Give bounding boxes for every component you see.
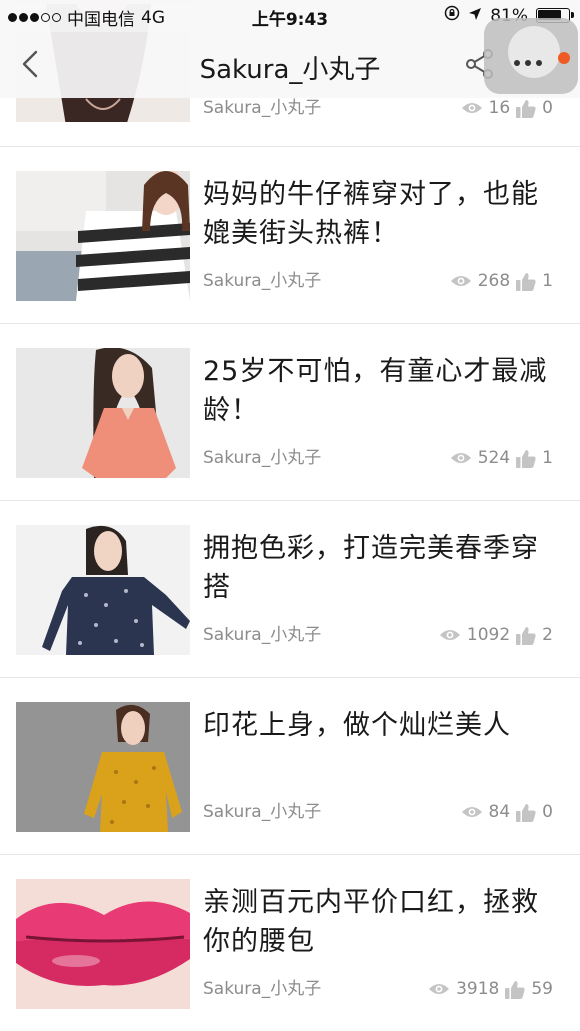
author-name[interactable]: Sakura_小丸子 [203,800,321,824]
author-name[interactable]: Sakura_小丸子 [203,977,321,1001]
article-thumbnail [16,525,190,655]
article-feed: Sakura_小丸子 16 0 妈妈的牛仔裤穿对了，也能媲美街头热裤！ Saku… [0,0,580,1031]
article-thumbnail [16,171,190,301]
like-count: 0 [542,98,553,118]
article-meta: Sakura_小丸子 524 1 [203,446,553,470]
author-name[interactable]: Sakura_小丸子 [203,446,321,470]
thumbs-up-icon[interactable] [516,626,536,645]
like-count: 2 [542,625,553,645]
author-name[interactable]: Sakura_小丸子 [203,96,321,120]
thumbs-up-icon[interactable] [516,272,536,291]
article-meta: Sakura_小丸子 268 1 [203,269,553,293]
list-item[interactable]: 印花上身，做个灿烂美人 Sakura_小丸子 84 0 [0,678,580,855]
more-options-button[interactable] [484,18,578,94]
eye-icon [428,982,450,996]
list-item[interactable]: 25岁不可怕，有童心才最减龄！ Sakura_小丸子 524 1 [0,324,580,501]
eye-icon [450,274,472,288]
author-name[interactable]: Sakura_小丸子 [203,623,321,647]
article-stats: 268 1 [450,269,553,293]
eye-icon [450,451,472,465]
article-stats: 84 0 [461,800,553,824]
list-item[interactable]: 拥抱色彩，打造完美春季穿搭 Sakura_小丸子 1092 2 [0,501,580,678]
more-icon [514,60,542,66]
view-count: 268 [477,271,511,291]
article-thumbnail [16,879,190,1009]
like-count: 0 [542,802,553,822]
list-item[interactable]: 亲测百元内平价口红，拯救你的腰包 Sakura_小丸子 3918 59 [0,855,580,1031]
eye-icon [461,101,483,115]
like-count: 1 [542,448,553,468]
article-title[interactable]: 亲测百元内平价口红，拯救你的腰包 [203,883,565,961]
eye-icon [461,805,483,819]
article-stats: 3918 59 [428,977,553,1001]
view-count: 84 [488,802,511,822]
article-title[interactable]: 拥抱色彩，打造完美春季穿搭 [203,529,565,607]
like-count: 59 [531,979,553,999]
view-count: 1092 [466,625,511,645]
thumbs-up-icon[interactable] [516,99,536,118]
screen: Sakura_小丸子 16 0 妈妈的牛仔裤穿对了，也能媲美街头热裤！ Saku… [0,0,580,1031]
article-meta: Sakura_小丸子 3918 59 [203,977,553,1001]
article-stats: 524 1 [450,446,553,470]
view-count: 524 [477,448,511,468]
location-arrow-icon [468,6,482,26]
thumbs-up-icon[interactable] [505,980,525,999]
article-stats: 1092 2 [439,623,553,647]
list-item[interactable]: 妈妈的牛仔裤穿对了，也能媲美街头热裤！ Sakura_小丸子 268 1 [0,147,580,324]
like-count: 1 [542,271,553,291]
notification-badge [558,52,570,64]
article-thumbnail [16,348,190,478]
article-title[interactable]: 25岁不可怕，有童心才最减龄！ [203,352,565,430]
thumbs-up-icon[interactable] [516,803,536,822]
article-title[interactable]: 妈妈的牛仔裤穿对了，也能媲美街头热裤！ [203,175,565,253]
article-meta: Sakura_小丸子 1092 2 [203,623,553,647]
article-stats: 16 0 [461,96,553,120]
view-count: 16 [488,98,511,118]
eye-icon [439,628,461,642]
thumbs-up-icon[interactable] [516,449,536,468]
assistive-touch-halo [508,26,560,78]
article-title[interactable]: 印花上身，做个灿烂美人 [203,706,565,745]
article-meta: Sakura_小丸子 84 0 [203,800,553,824]
orientation-lock-icon [444,5,460,26]
view-count: 3918 [456,979,500,999]
article-thumbnail [16,702,190,832]
author-name[interactable]: Sakura_小丸子 [203,269,321,293]
article-meta: Sakura_小丸子 16 0 [203,96,553,120]
